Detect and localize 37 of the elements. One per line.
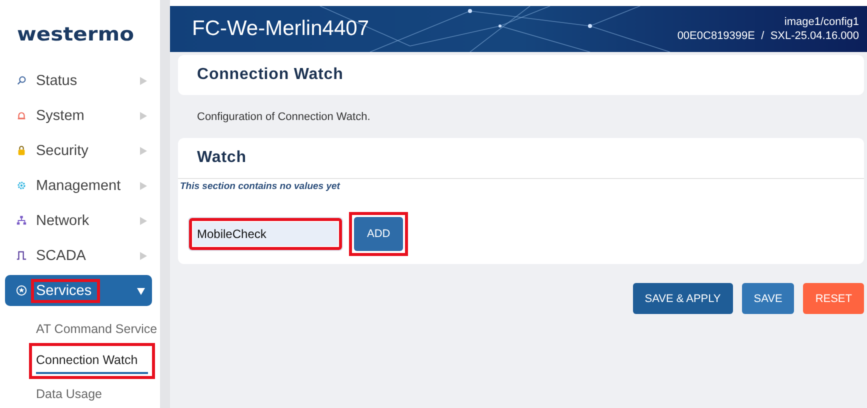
nav-subitem[interactable]: Connection Watch (36, 348, 148, 374)
nav-item[interactable]: Management (0, 168, 160, 203)
search-icon (16, 75, 27, 86)
device-name: FC-We-Merlin4407 (192, 17, 369, 41)
nav-item[interactable]: Status (0, 63, 160, 98)
caret-right-icon (138, 76, 148, 86)
nav-item[interactable]: Network (0, 203, 160, 238)
bell-icon (16, 110, 27, 121)
empty-note: This section contains no values yet (179, 180, 342, 192)
caret-down-icon (136, 286, 146, 296)
page-description: Configuration of Connection Watch. (196, 110, 372, 123)
device-info: 00E0C819399E / SXL-25.04.16.000 (677, 29, 859, 43)
nav-subitem[interactable]: AT Command Service (36, 314, 160, 343)
name-field[interactable]: MobileCheck (188, 217, 343, 251)
nav-item[interactable]: SCADA (0, 238, 160, 273)
gear-icon (16, 180, 27, 191)
nav-item[interactable]: Services (5, 275, 152, 306)
network-icon (16, 215, 27, 226)
caret-right-icon (138, 146, 148, 156)
logo: westermo (17, 23, 136, 46)
add-button[interactable]: ADD (354, 217, 404, 251)
page-title: Connection Watch (178, 55, 864, 95)
highlight-frame: Services (31, 278, 100, 302)
nav-item[interactable]: System (0, 98, 160, 133)
star-icon (16, 285, 27, 296)
nav-item[interactable]: Security (0, 133, 160, 168)
section-title: Watch (178, 138, 864, 179)
caret-right-icon (138, 216, 148, 226)
save-apply-button[interactable]: SAVE & APPLY (632, 283, 733, 314)
caret-right-icon (138, 110, 148, 120)
save-button[interactable]: SAVE (742, 283, 794, 314)
config-label: image1/config1 (783, 15, 859, 29)
caret-right-icon (138, 250, 148, 260)
nav-subitem[interactable]: Data Usage (36, 379, 160, 408)
pulse-icon (16, 250, 27, 261)
lock-icon (16, 145, 27, 156)
caret-right-icon (138, 180, 148, 190)
